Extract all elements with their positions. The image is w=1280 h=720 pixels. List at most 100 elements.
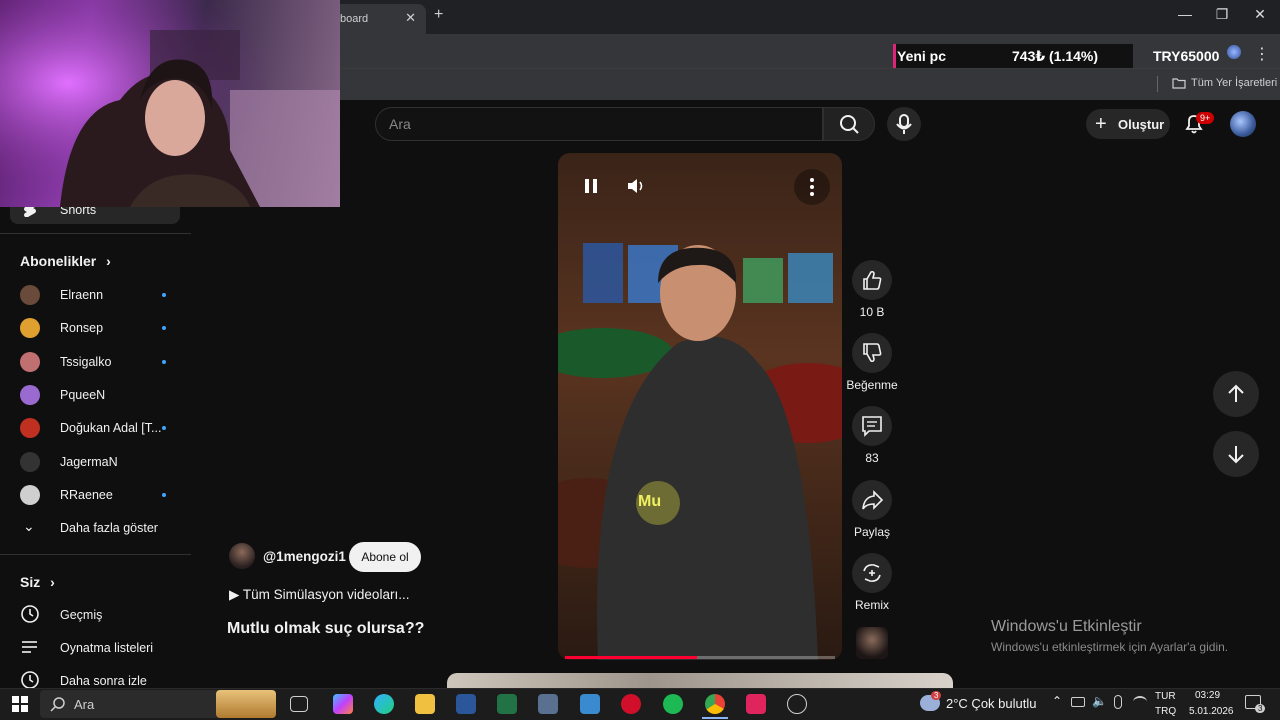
next-short-preview[interactable] — [447, 673, 953, 689]
dislike-button[interactable] — [852, 333, 892, 373]
you-heading[interactable]: Siz › — [20, 574, 55, 590]
clock-date[interactable]: 5.01.2026 — [1189, 706, 1234, 717]
arrow-down-icon — [1228, 446, 1244, 464]
store-icon[interactable] — [580, 694, 600, 714]
speaker-icon[interactable]: 🔈 — [1092, 694, 1107, 708]
remix-button[interactable] — [852, 553, 892, 593]
all-bookmarks-link[interactable]: Tüm Yer İşaretleri — [1191, 77, 1277, 89]
create-button[interactable]: + Oluştur — [1086, 109, 1170, 139]
minimize-button[interactable]: — — [1175, 6, 1195, 22]
comments-button[interactable] — [852, 406, 892, 446]
search-input[interactable] — [375, 107, 823, 141]
task-view-icon[interactable] — [290, 696, 308, 712]
spotify-icon[interactable] — [663, 694, 683, 714]
account-avatar[interactable] — [1230, 111, 1256, 137]
sidebar-item-subscription[interactable]: Elraenn — [0, 280, 190, 310]
edge-icon[interactable] — [374, 694, 394, 714]
microphone-tray-icon[interactable] — [1114, 695, 1122, 709]
battery-icon[interactable] — [1071, 697, 1085, 707]
channel-avatar — [20, 285, 40, 305]
sidebar-item-label: Ronsep — [60, 321, 104, 336]
active-app-indicator — [702, 717, 728, 719]
new-content-dot — [162, 326, 166, 331]
arrow-up-icon — [1228, 384, 1244, 402]
video-title[interactable]: Mutlu olmak suç olursa?? — [227, 620, 424, 638]
browser-menu-icon[interactable]: ⋮ — [1254, 44, 1270, 64]
file-explorer-icon[interactable] — [415, 694, 435, 714]
thumbs-up-icon — [863, 270, 882, 290]
video-caption: Mu — [638, 493, 662, 510]
previous-short-button[interactable] — [1213, 371, 1259, 417]
clock-time[interactable]: 03:29 — [1195, 690, 1220, 701]
short-video-player[interactable]: Mu — [558, 153, 842, 660]
sidebar-item-subscription[interactable]: RRaenee — [0, 480, 190, 510]
like-button[interactable] — [852, 260, 892, 300]
subscribe-button[interactable]: Abone ol — [349, 542, 421, 572]
app-icon-red[interactable] — [746, 694, 766, 714]
chevron-up-icon[interactable]: ⌃ — [1052, 694, 1062, 708]
chrome-icon[interactable] — [705, 694, 725, 714]
opera-icon[interactable] — [621, 694, 641, 714]
sidebar-item-subscription[interactable]: JagermaN — [0, 447, 190, 477]
search-button[interactable] — [823, 107, 875, 141]
weather-text[interactable]: 2°C Çok bulutlu — [946, 696, 1036, 711]
tab-close-icon[interactable]: ✕ — [405, 10, 416, 26]
sidebar-item-playlists[interactable]: Oynatma listeleri — [0, 633, 190, 663]
copilot-icon[interactable] — [333, 694, 353, 714]
channel-avatar — [20, 418, 40, 439]
voice-search-button[interactable] — [887, 107, 921, 141]
maximize-button[interactable]: ❐ — [1212, 6, 1232, 23]
ticker-label: Yeni pc — [897, 48, 947, 64]
extension-icon[interactable] — [1227, 45, 1241, 59]
more-options-button[interactable] — [794, 169, 830, 205]
show-more-button[interactable]: ⌄ Daha fazla göster — [0, 513, 190, 543]
channel-avatar — [20, 318, 40, 339]
channel-avatar[interactable] — [229, 543, 255, 569]
channel-avatar — [20, 384, 40, 405]
comments-count: 83 — [865, 451, 879, 465]
network-icon[interactable] — [1133, 696, 1147, 708]
window-close-button[interactable]: ✕ — [1250, 6, 1270, 23]
input-language[interactable]: TUR — [1155, 691, 1176, 702]
keyboard-layout[interactable]: TRQ — [1155, 706, 1176, 717]
browser-tab[interactable]: board ✕ — [330, 4, 426, 34]
search-icon — [840, 115, 859, 134]
excel-icon[interactable] — [497, 694, 517, 714]
search-highlight-image[interactable] — [216, 690, 276, 718]
channel-avatar — [20, 351, 40, 372]
likes-count: 10 B — [859, 305, 885, 319]
windows-start-icon[interactable] — [12, 696, 28, 712]
new-content-dot — [162, 492, 166, 497]
sidebar-item-label: Geçmiş — [60, 608, 103, 622]
sidebar-item-history[interactable]: Geçmiş — [0, 600, 190, 630]
microphone-icon — [896, 114, 912, 134]
share-button[interactable] — [852, 480, 892, 520]
activation-watermark-text: Windows'u etkinleştirmek için Ayarlar'a … — [991, 640, 1229, 654]
webcam-overlay — [0, 0, 340, 207]
channel-name[interactable]: @1mengozi1 — [263, 549, 346, 564]
word-icon[interactable] — [456, 694, 476, 714]
sidebar-item-subscription[interactable]: Ronsep — [0, 313, 190, 343]
volume-button[interactable] — [626, 177, 646, 195]
new-content-dot — [162, 359, 166, 364]
channel-avatar — [20, 484, 40, 505]
calculator-icon[interactable] — [538, 694, 558, 714]
chevron-right-icon: › — [50, 574, 55, 590]
bookmarks-divider — [1157, 76, 1158, 92]
sidebar-item-subscription[interactable]: PqueeN — [0, 380, 190, 410]
subscriptions-heading[interactable]: Abonelikler › — [20, 253, 111, 269]
sidebar-item-label: Daha sonra izle — [60, 674, 147, 688]
sidebar-item-subscription[interactable]: Doğukan Adal [T... — [0, 413, 190, 443]
app-icon-monitor[interactable] — [787, 694, 807, 714]
clock-icon — [21, 671, 39, 689]
pause-button[interactable] — [582, 177, 600, 195]
playlist-link[interactable]: ▶ Tüm Simülasyon videoları... — [229, 587, 409, 603]
sidebar-item-subscription[interactable]: Tssigalko — [0, 347, 190, 377]
next-short-button[interactable] — [1213, 431, 1259, 477]
ticker-target: TRY65000 — [1153, 48, 1220, 64]
sound-thumbnail[interactable] — [856, 627, 888, 659]
playlists-icon — [22, 641, 37, 653]
sidebar-divider — [0, 233, 191, 234]
new-tab-button[interactable]: + — [434, 6, 443, 24]
show-more-label: Daha fazla göster — [60, 521, 158, 535]
